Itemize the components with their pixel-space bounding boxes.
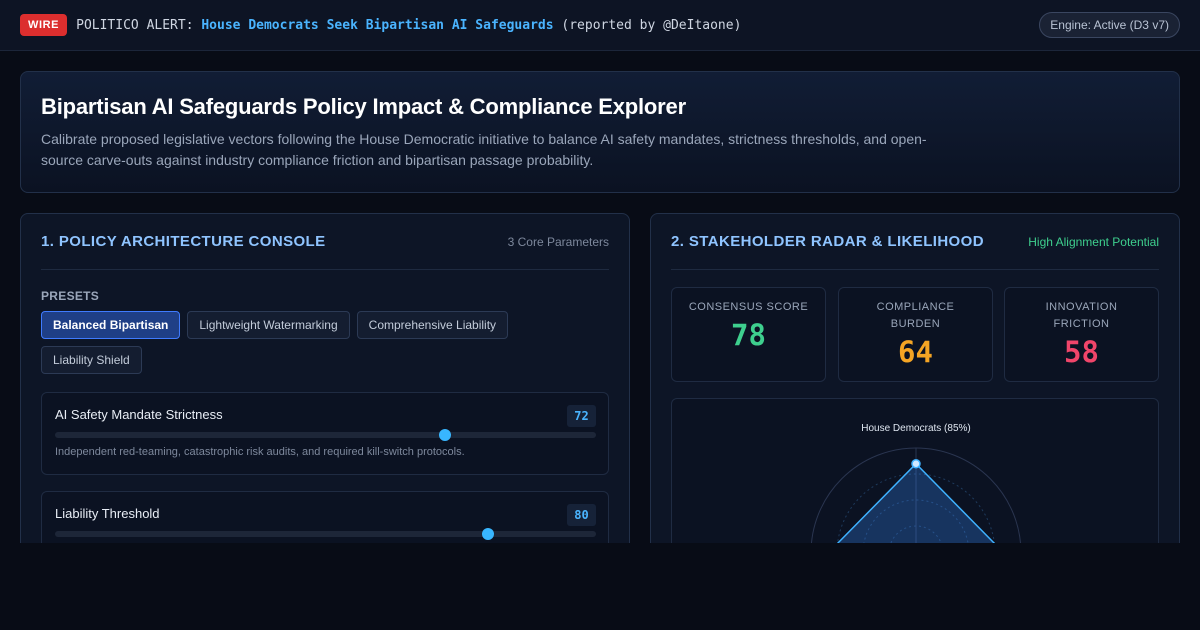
- preset-balanced-bipartisan-button[interactable]: Balanced Bipartisan: [41, 311, 181, 339]
- presets-label: PRESETS: [41, 289, 100, 303]
- alert-bar: WIRE POLITICO ALERT: House Democrats See…: [0, 0, 1200, 51]
- page-bottom: [0, 543, 1200, 630]
- page-title: Bipartisan AI Safeguards Policy Impact &…: [41, 94, 686, 119]
- stat-label: Consensus Score: [688, 301, 809, 313]
- slider-thumb[interactable]: [481, 528, 494, 540]
- consensus-score-card: Consensus Score 78: [671, 287, 826, 382]
- panel-meta: 3 Core Parameters: [507, 234, 609, 249]
- radar-axis-label: House Democrats (85%): [861, 423, 970, 434]
- stat-label: Compliance Burden: [876, 301, 955, 330]
- stat-label: Innovation Friction: [1045, 301, 1118, 330]
- param-description: Independent red-teaming, catastrophic ri…: [55, 446, 465, 458]
- page-description: Calibrate proposed legislative vectors f…: [41, 131, 927, 168]
- innovation-friction-card: Innovation Friction 58: [1004, 287, 1159, 382]
- stat-value: 64: [898, 335, 933, 369]
- panel-header: 2. Stakeholder Radar & Likelihood High A…: [671, 214, 1159, 270]
- hero-card: Bipartisan AI Safeguards Policy Impact &…: [20, 71, 1180, 193]
- param-label: AI Safety Mandate Strictness: [55, 407, 223, 422]
- stat-value: 78: [731, 318, 766, 352]
- panel-header: 1. Policy Architecture Console 3 Core Pa…: [41, 214, 609, 270]
- alert-text[interactable]: POLITICO ALERT: House Democrats Seek Bip…: [76, 18, 741, 33]
- param-safety-strictness: AI Safety Mandate Strictness 72 Independ…: [41, 392, 609, 475]
- liability-threshold-slider[interactable]: [55, 528, 596, 540]
- alert-prefix: POLITICO ALERT:: [76, 17, 202, 33]
- alignment-status: High Alignment Potential: [1028, 234, 1159, 249]
- slider-thumb[interactable]: [438, 429, 451, 441]
- param-value-badge: 80: [567, 504, 596, 526]
- param-label: Liability Threshold: [55, 506, 160, 521]
- param-value-badge: 72: [567, 405, 596, 427]
- compliance-burden-card: Compliance Burden 64: [838, 287, 993, 382]
- alert-reporter: (reported by @DeItaone): [553, 17, 742, 33]
- presets-group: Balanced Bipartisan Lightweight Watermar…: [41, 311, 521, 374]
- preset-comprehensive-liability-button[interactable]: Comprehensive Liability: [356, 311, 509, 339]
- engine-status-badge: Engine: Active (D3 v7): [1039, 12, 1180, 38]
- stat-value: 58: [1064, 335, 1099, 369]
- preset-liability-shield-button[interactable]: Liability Shield: [41, 346, 142, 374]
- wire-badge: WIRE: [20, 14, 68, 36]
- panel-title: 2. Stakeholder Radar & Likelihood: [671, 233, 984, 250]
- alert-headline[interactable]: House Democrats Seek Bipartisan AI Safeg…: [201, 18, 553, 33]
- panel-title: 1. Policy Architecture Console: [41, 233, 326, 250]
- radar-point-house-democrats[interactable]: [911, 459, 921, 469]
- safety-strictness-slider[interactable]: [55, 429, 596, 441]
- preset-lightweight-watermarking-button[interactable]: Lightweight Watermarking: [187, 311, 350, 339]
